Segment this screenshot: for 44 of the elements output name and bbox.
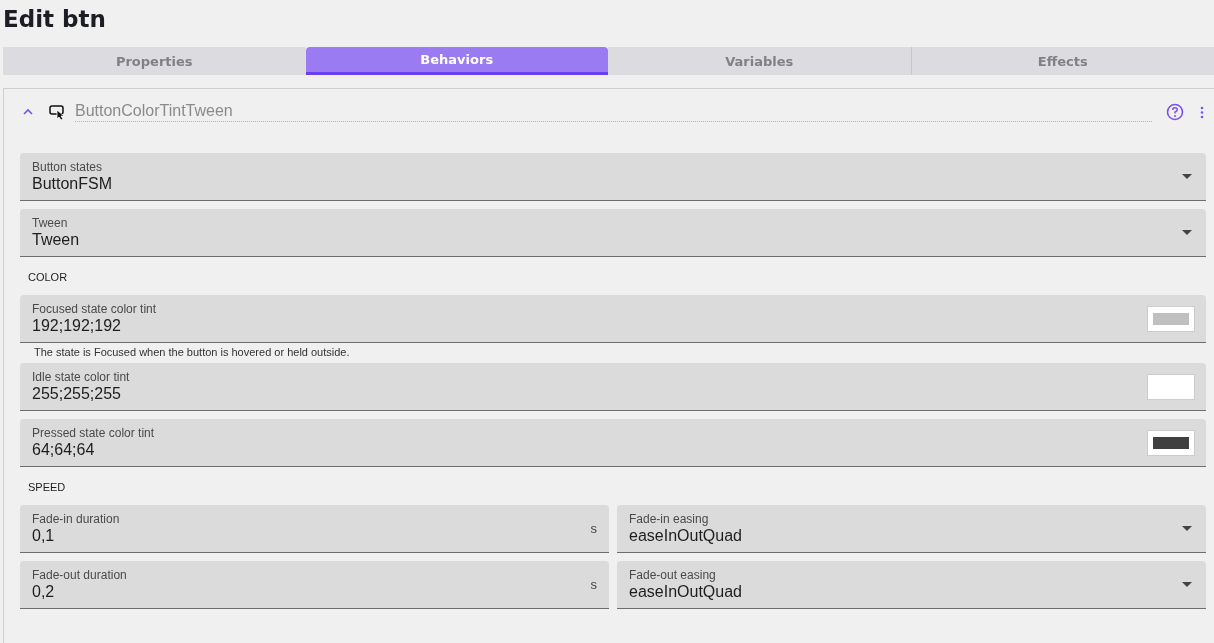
field-label: Fade-in duration [32,512,121,526]
field-value: easeInOutQuad [629,583,743,601]
dropdown-caret-icon [1182,526,1192,531]
field-label: Focused state color tint [32,302,158,316]
color-field[interactable]: Pressed state color tint 64;64;64 [20,419,1206,467]
color-field[interactable]: Focused state color tint 192;192;192 [20,295,1206,343]
dropdown-caret-icon [1182,582,1192,587]
field-value: 255;255;255 [32,385,122,403]
field-value: 192;192;192 [32,317,122,335]
field-value: 0,1 [32,527,56,545]
section-heading: COLOR [27,270,69,285]
dropdown-field[interactable]: Fade-in easing easeInOutQuad [617,505,1206,553]
helper-text: The state is Focused when the button is hovered or held outside. [33,346,351,358]
field-value: 0,2 [32,583,56,601]
dropdown-field[interactable]: Button states ButtonFSM [20,153,1206,201]
field-label: Fade-in easing [629,512,710,526]
field-value: Tween [32,231,81,249]
collapse-chevron-icon[interactable] [22,107,34,117]
color-swatch[interactable] [1148,374,1194,399]
field-label: Idle state color tint [32,370,131,384]
color-field[interactable]: Idle state color tint 255;255;255 [20,363,1206,411]
field-label: Tween [32,216,69,230]
dropdown-caret-icon [1182,230,1192,235]
field-value: ButtonFSM [32,175,114,193]
number-field[interactable]: Fade-out duration 0,2 s [20,561,609,609]
field-label: Fade-out duration [32,568,128,582]
number-field[interactable]: Fade-in duration 0,1 s [20,505,609,553]
unit-label: s [590,521,597,536]
section-heading: SPEED [27,480,67,495]
dropdown-field[interactable]: Fade-out easing easeInOutQuad [617,561,1206,609]
field-label: Fade-out easing [629,568,717,582]
field-value: 64;64;64 [32,441,96,459]
color-swatch[interactable] [1148,306,1194,331]
unit-label: s [590,577,597,592]
field-value: easeInOutQuad [629,527,743,545]
pointer-button-icon [49,103,65,121]
field-label: Button states [32,160,104,174]
dropdown-field[interactable]: Tween Tween [20,209,1206,257]
dialog-title: Edit btn [2,5,107,34]
dropdown-caret-icon [1182,174,1192,179]
help-icon[interactable] [1166,103,1184,121]
more-options-icon[interactable] [1200,105,1204,119]
field-label: Pressed state color tint [32,426,156,440]
color-swatch[interactable] [1148,430,1194,455]
